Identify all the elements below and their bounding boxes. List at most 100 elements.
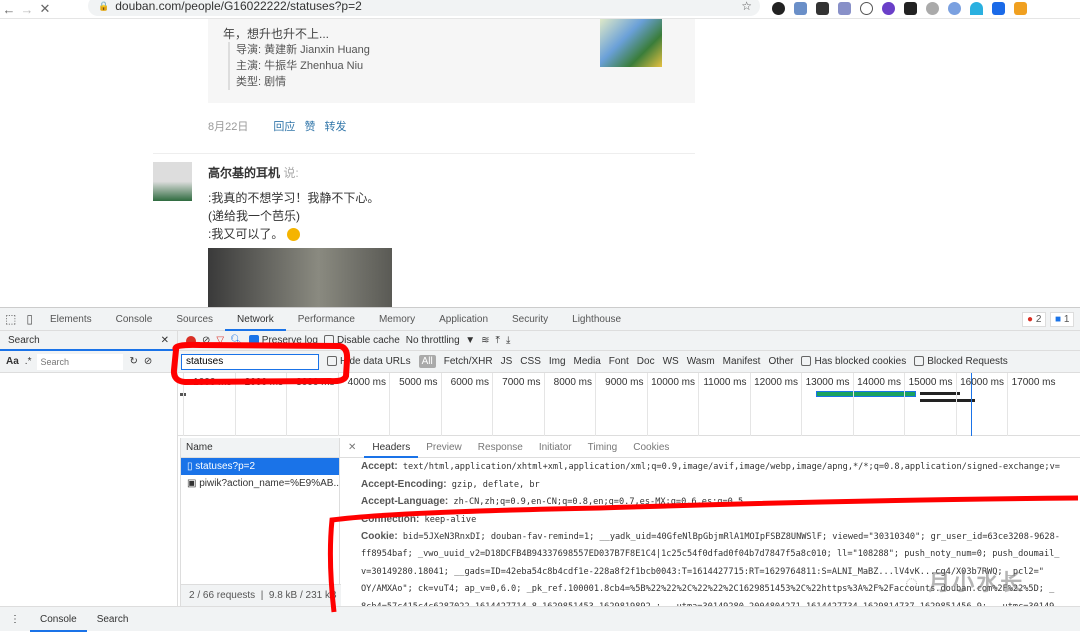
bookmark-star-icon[interactable]: ☆ [741,0,752,13]
timeline-tick: 3000 ms [286,373,338,436]
search-input[interactable] [37,353,124,370]
filter-type-font[interactable]: Font [609,356,629,367]
resource-type-filters: Fetch/XHR JS CSS Img Media Font Doc WS Wasm Manif… [444,356,794,367]
reshare-link[interactable]: 转发 [325,121,347,133]
hide-data-urls-checkbox[interactable]: Hide data URLs [327,356,411,367]
extension-icon[interactable] [948,2,961,15]
tab-elements[interactable]: Elements [38,308,104,331]
close-icon[interactable]: ✕ [161,335,169,346]
tab-security[interactable]: Security [500,308,560,331]
filter-type-css[interactable]: CSS [520,356,541,367]
timeline-tick: 17000 ms [1007,373,1059,436]
preserve-log-checkbox[interactable]: Preserve log [248,335,318,346]
export-har-icon[interactable]: ⤓ [506,335,510,346]
match-case-button[interactable]: Aa [6,356,19,367]
request-row[interactable]: ▯ statuses?p=2 [181,458,339,475]
message-icon: ■ [1055,314,1062,325]
request-row[interactable]: ▣ piwik?action_name=%E9%AB... [181,475,339,492]
movie-poster[interactable] [600,19,662,67]
tab-network[interactable]: Network [225,308,286,331]
tab-memory[interactable]: Memory [367,308,427,331]
browser-toolbar: ← → ✕ 🔒 douban.com/people/G16022222/stat… [0,0,1080,18]
tab-preview[interactable]: Preview [418,442,470,453]
extension-icon[interactable] [992,2,1005,15]
extension-icon[interactable] [860,2,873,15]
network-conditions-icon[interactable]: ≋ [481,335,489,346]
extension-icon[interactable] [772,2,785,15]
filter-type-other[interactable]: Other [768,356,793,367]
reply-link[interactable]: 回应 [273,121,295,133]
tab-performance[interactable]: Performance [286,308,367,331]
message-badge[interactable]: ■ 1 [1050,312,1075,327]
filter-all[interactable]: All [418,355,436,368]
filter-type-wasm[interactable]: Wasm [687,356,715,367]
timeline-tick: 11000 ms [698,373,750,436]
tab-cookies[interactable]: Cookies [625,442,677,453]
timeline-tick: 15000 ms [904,373,956,436]
tab-lighthouse[interactable]: Lighthouse [560,308,633,331]
address-bar[interactable]: 🔒 douban.com/people/G16022222/statuses?p… [88,0,760,16]
drawer-tab-console[interactable]: Console [30,607,87,632]
header-row: Connection: keep-alive [340,511,1080,529]
stop-button[interactable]: ✕ [36,1,54,17]
timeline-tick: 14000 ms [852,373,905,436]
timeline-tick: 16000 ms [955,373,1008,436]
extension-icon[interactable] [794,2,807,15]
import-har-icon[interactable]: ⤒ [496,335,500,346]
emoji-icon [286,228,300,242]
extension-icon[interactable] [838,2,851,15]
inspect-icon[interactable]: ⬚ [5,312,16,326]
header-value: zh-CN,zh;q=0.9,en-CN;q=0.8,en;q=0.7,es-M… [453,497,744,508]
header-name: Accept-Encoding: [361,478,447,490]
tab-sources[interactable]: Sources [164,308,225,331]
device-toggle-icon[interactable]: ▯ [26,312,33,326]
filter-icon[interactable]: ▽ [216,335,224,346]
avatar[interactable] [153,162,192,201]
filter-type-doc[interactable]: Doc [637,356,655,367]
name-column-header[interactable]: Name [181,438,339,458]
extension-icon[interactable] [904,2,917,15]
network-overview[interactable]: 1000 ms 2000 ms 3000 ms 4000 ms 5000 ms 6000 … [178,373,1080,436]
timeline-tick: 8000 ms [543,373,596,436]
tab-application[interactable]: Application [427,308,500,331]
filter-type-fetchxhr[interactable]: Fetch/XHR [444,356,493,367]
network-toolbar: ⊘ ▽ 🔍︎ Preserve log Disable cache No thr… [178,331,1080,351]
refresh-icon[interactable]: ↻ [129,356,137,367]
filter-type-img[interactable]: Img [549,356,566,367]
back-button[interactable]: ← [0,2,18,17]
extension-icon[interactable] [1014,2,1027,15]
status-photo[interactable] [208,248,392,308]
extension-icon[interactable] [816,2,829,15]
blocked-cookies-checkbox[interactable]: Has blocked cookies [801,356,906,367]
filter-type-manifest[interactable]: Manifest [723,356,761,367]
drawer-tab-search[interactable]: Search [87,614,139,625]
header-name: Connection: [361,513,420,525]
extension-icon[interactable] [926,2,939,15]
close-details-icon[interactable]: ✕ [340,442,364,453]
blocked-requests-checkbox[interactable]: Blocked Requests [914,356,1008,367]
clear-icon[interactable]: ⊘ [144,356,152,367]
error-badge[interactable]: ● 2 [1022,312,1047,327]
filter-type-media[interactable]: Media [574,356,601,367]
tab-response[interactable]: Response [470,442,531,453]
like-link[interactable]: 赞 [304,121,315,133]
regex-button[interactable]: .* [25,356,32,367]
filter-type-ws[interactable]: WS [663,356,679,367]
tab-timing[interactable]: Timing [580,442,626,453]
record-button[interactable] [186,335,196,346]
tab-headers[interactable]: Headers [364,438,419,458]
filter-input[interactable] [181,353,319,370]
search-pane: Search ✕ Aa .* ↻ ⊘ [0,331,178,606]
tab-console[interactable]: Console [104,308,165,331]
extension-icon[interactable] [882,2,895,15]
throttling-select[interactable]: No throttling ▼ [406,335,475,346]
tab-initiator[interactable]: Initiator [531,442,580,453]
clear-icon[interactable]: ⊘ [202,335,210,346]
user-name[interactable]: 高尔基的耳机 [208,166,280,180]
wifi-icon[interactable] [970,2,983,15]
disable-cache-checkbox[interactable]: Disable cache [323,335,400,346]
filter-type-js[interactable]: JS [501,356,513,367]
drawer-menu-icon[interactable]: ⋮ [0,614,30,625]
forward-button[interactable]: → [18,2,36,17]
search-icon[interactable]: 🔍︎ [230,335,243,346]
